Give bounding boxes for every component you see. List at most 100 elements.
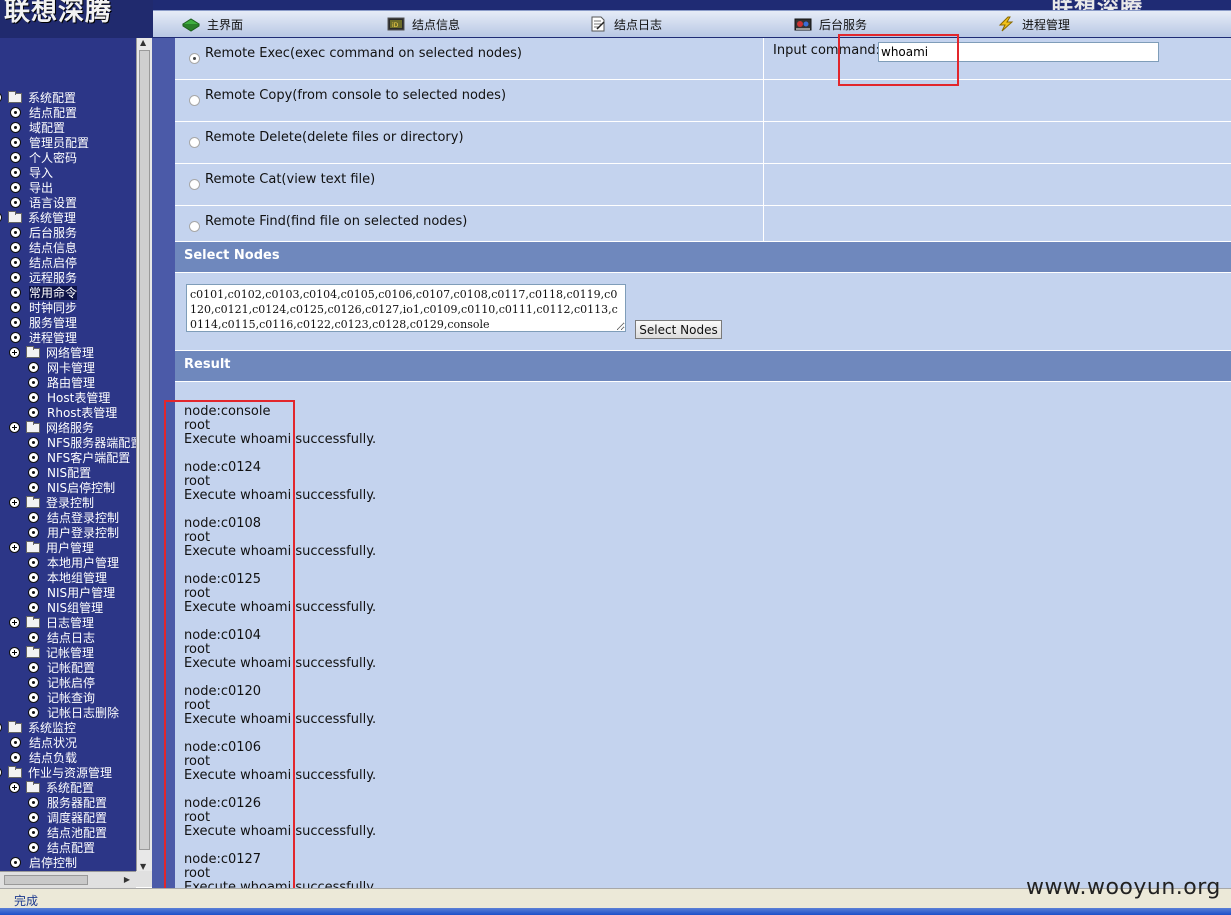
sidebar-scroll-thumb[interactable] — [139, 50, 150, 850]
op-remote-cat[interactable]: Remote Cat(view text file) — [175, 164, 763, 206]
sidebar-item[interactable]: 结点启停 — [10, 256, 77, 271]
sidebar-item[interactable]: 网卡管理 — [28, 361, 95, 376]
sidebar-item[interactable]: 本地用户管理 — [28, 556, 119, 571]
folder-icon — [8, 211, 22, 223]
sidebar-item[interactable]: 结点登录控制 — [28, 511, 119, 526]
sidebar-item[interactable]: NIS配置 — [28, 466, 91, 481]
sidebar-item[interactable]: 记帐启停 — [28, 676, 95, 691]
expand-toggle-icon[interactable] — [9, 617, 20, 628]
sidebar-item[interactable]: 系统管理 — [0, 211, 76, 226]
scroll-right-arrow-icon[interactable]: ▶ — [124, 875, 130, 884]
sidebar-item[interactable]: 结点配置 — [28, 841, 95, 856]
sidebar-item[interactable]: 导出 — [10, 181, 53, 196]
op-remote-find-radio[interactable] — [189, 221, 200, 232]
expand-toggle-icon[interactable] — [9, 542, 20, 553]
sidebar-item[interactable]: 结点日志 — [28, 631, 95, 646]
tab-process-management[interactable]: 进程管理 — [996, 12, 1070, 36]
op-remote-copy-radio[interactable] — [189, 95, 200, 106]
op-remote-exec[interactable]: Remote Exec(exec command on selected nod… — [175, 38, 763, 80]
sidebar-item[interactable]: 时钟同步 — [10, 301, 77, 316]
sidebar-item[interactable]: 服务器配置 — [28, 796, 107, 811]
sidebar-item[interactable]: 远程服务 — [10, 271, 77, 286]
op-remote-delete-radio[interactable] — [189, 137, 200, 148]
selected-nodes-textarea[interactable]: c0101,c0102,c0103,c0104,c0105,c0106,c010… — [186, 284, 626, 332]
sidebar-item[interactable]: 用户登录控制 — [28, 526, 119, 541]
expand-toggle-icon[interactable] — [9, 497, 20, 508]
sidebar-item[interactable]: 网络管理 — [9, 346, 94, 361]
tree-node-icon — [28, 377, 39, 388]
sidebar-item[interactable]: 结点信息 — [10, 241, 77, 256]
sidebar-item[interactable]: 结点池配置 — [28, 826, 107, 841]
sidebar-item[interactable]: 结点负载 — [10, 751, 77, 766]
collapse-toggle-icon[interactable] — [0, 212, 2, 223]
op-remote-copy[interactable]: Remote Copy(from console to selected nod… — [175, 80, 763, 122]
tab-main[interactable]: 主界面 — [181, 12, 243, 36]
sidebar-item[interactable]: 登录控制 — [9, 496, 94, 511]
expand-toggle-icon[interactable] — [9, 347, 20, 358]
collapse-toggle-icon[interactable] — [0, 92, 2, 103]
tree-node-icon — [10, 227, 21, 238]
sidebar-item[interactable]: 记帐配置 — [28, 661, 95, 676]
sidebar-item[interactable]: 调度器配置 — [28, 811, 107, 826]
sidebar-item[interactable]: 记帐日志删除 — [28, 706, 119, 721]
sidebar-item[interactable]: 网络服务 — [9, 421, 94, 436]
sidebar-item[interactable]: NFS客户端配置 — [28, 451, 130, 466]
sidebar-horizontal-scrollbar[interactable]: ▶ — [0, 871, 136, 888]
expand-toggle-icon[interactable] — [9, 647, 20, 658]
sidebar-item-label: 日志管理 — [46, 616, 95, 630]
sidebar-item[interactable]: 启停控制 — [10, 856, 77, 871]
sidebar-item[interactable]: NIS启停控制 — [28, 481, 115, 496]
scroll-up-arrow-icon[interactable]: ▲ — [140, 38, 146, 47]
sidebar-item[interactable]: NFS服务器端配置 — [28, 436, 136, 451]
sidebar-item[interactable]: 管理员配置 — [10, 136, 89, 151]
sidebar-item[interactable]: 用户管理 — [9, 541, 94, 556]
tab-node-info[interactable]: iD 结点信息 — [386, 12, 460, 36]
sidebar-item[interactable]: 系统配置 — [0, 91, 76, 106]
svg-text:iD: iD — [392, 22, 399, 29]
sidebar-item[interactable]: 路由管理 — [28, 376, 95, 391]
node-log-icon — [588, 16, 608, 32]
sidebar-item[interactable]: 结点配置 — [10, 106, 77, 121]
op-remote-cat-radio[interactable] — [189, 179, 200, 190]
select-nodes-button[interactable]: Select Nodes — [635, 320, 722, 339]
op-remote-exec-radio[interactable] — [189, 53, 200, 64]
sidebar-item[interactable]: 日志管理 — [9, 616, 94, 631]
sidebar-item[interactable]: 个人密码 — [10, 151, 77, 166]
sidebar-item[interactable]: 后台服务 — [10, 226, 77, 241]
command-input[interactable] — [878, 42, 1159, 62]
tree-node-icon — [28, 842, 39, 853]
tree-node-icon — [28, 407, 39, 418]
sidebar-item[interactable]: 记帐查询 — [28, 691, 95, 706]
sidebar-item[interactable]: 系统配置 — [9, 781, 94, 796]
collapse-toggle-icon[interactable] — [0, 722, 2, 733]
sidebar-vertical-scrollbar[interactable]: ▲ ▼ — [136, 38, 153, 871]
sidebar-item[interactable]: 进程管理 — [10, 331, 77, 346]
sidebar-item[interactable]: Rhost表管理 — [28, 406, 117, 421]
sidebar-item[interactable]: 常用命令 — [10, 286, 78, 301]
frame-divider[interactable] — [152, 38, 175, 888]
sidebar-item[interactable]: 本地组管理 — [28, 571, 107, 586]
sidebar-item-label: 域配置 — [29, 121, 66, 135]
expand-toggle-icon[interactable] — [9, 422, 20, 433]
sidebar-item[interactable]: 导入 — [10, 166, 53, 181]
sidebar-item[interactable]: NIS组管理 — [28, 601, 103, 616]
result-message: Execute whoami successfully. — [184, 488, 377, 503]
sidebar-item[interactable]: 系统监控 — [0, 721, 76, 736]
sidebar-item[interactable]: 作业与资源管理 — [0, 766, 112, 781]
tab-backend-service[interactable]: 后台服务 — [793, 12, 867, 36]
sidebar-item[interactable]: 服务管理 — [10, 316, 77, 331]
sidebar-hscroll-thumb[interactable] — [4, 875, 88, 885]
sidebar-item[interactable]: 记帐管理 — [9, 646, 94, 661]
tree-node-icon — [10, 857, 21, 868]
left-banner-logo: 联想深腾 — [0, 0, 153, 38]
sidebar-item[interactable]: 语言设置 — [10, 196, 77, 211]
sidebar-item[interactable]: 域配置 — [10, 121, 65, 136]
sidebar-item[interactable]: 结点状况 — [10, 736, 77, 751]
expand-toggle-icon[interactable] — [9, 782, 20, 793]
tab-node-log[interactable]: 结点日志 — [588, 12, 662, 36]
scroll-down-arrow-icon[interactable]: ▼ — [140, 862, 146, 871]
sidebar-item[interactable]: Host表管理 — [28, 391, 110, 406]
collapse-toggle-icon[interactable] — [0, 767, 2, 778]
sidebar-item[interactable]: NIS用户管理 — [28, 586, 115, 601]
op-remote-delete[interactable]: Remote Delete(delete files or directory) — [175, 122, 763, 164]
